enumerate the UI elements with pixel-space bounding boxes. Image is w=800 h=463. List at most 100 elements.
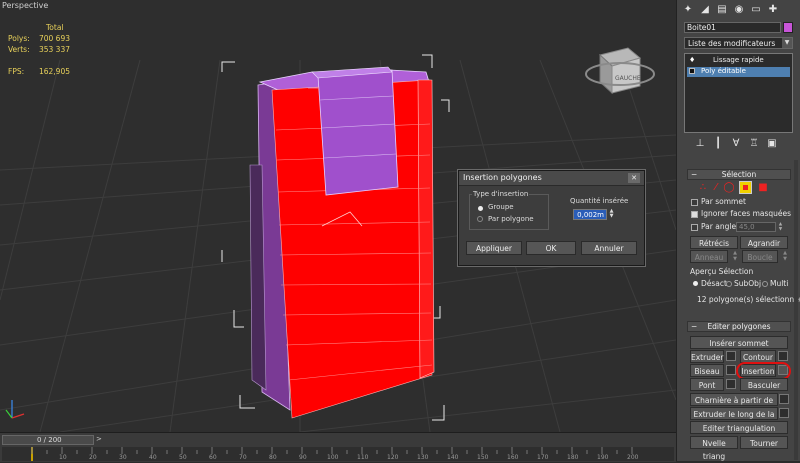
option-group-label[interactable]: Groupe	[488, 203, 514, 211]
ring-button[interactable]: Anneau	[690, 250, 728, 263]
angle-field[interactable]: 45,0	[736, 222, 776, 232]
viewcube-label: GAUCHE	[615, 75, 641, 82]
by-angle-label: Par angle :	[701, 222, 741, 231]
extrude-button[interactable]: Extruder	[690, 350, 724, 363]
pin-stack-icon[interactable]: ⊥	[694, 138, 706, 150]
inset-amount-field[interactable]: 0,002m	[573, 209, 607, 220]
show-end-result-icon[interactable]: ┃	[712, 138, 724, 150]
tick-label: 150	[477, 454, 489, 461]
close-icon[interactable]: ✕	[628, 173, 640, 183]
time-slider[interactable]: 0 / 200	[2, 435, 94, 445]
amount-spinner-icon[interactable]: ▲ ▼	[608, 209, 615, 220]
viewcube-icon	[585, 47, 655, 95]
modify-tab-icon[interactable]: ◢	[699, 4, 711, 16]
time-slider-next-icon[interactable]: >	[96, 435, 102, 443]
create-tab-icon[interactable]: ✦	[682, 4, 694, 16]
ok-button[interactable]: OK	[526, 241, 576, 255]
hinge-from-edge-button[interactable]: Charnière à partir de l'arête	[690, 393, 778, 418]
loop-button[interactable]: Boucle	[742, 250, 778, 263]
tick-label: 10	[59, 454, 67, 461]
tick-label: 110	[357, 454, 369, 461]
remove-modifier-icon[interactable]: ♖	[748, 138, 760, 150]
tick-label: 130	[417, 454, 429, 461]
hinge-settings-icon[interactable]	[779, 394, 789, 404]
extrude-along-spline-button[interactable]: Extruder le long de la spline	[690, 407, 778, 432]
ignore-backfacing-checkbox[interactable]	[691, 211, 698, 218]
tick-label: 190	[597, 454, 609, 461]
preview-subobj-label[interactable]: SubObj	[734, 279, 761, 288]
bridge-settings-icon[interactable]	[726, 379, 736, 389]
bevel-button[interactable]: Biseau	[690, 364, 724, 377]
flip-button[interactable]: Basculer	[740, 378, 788, 391]
preview-off-radio-icon[interactable]	[693, 281, 698, 286]
by-angle-checkbox[interactable]	[691, 224, 698, 231]
stack-item-editable-poly[interactable]: Poly éditable	[687, 67, 790, 77]
preview-selection-label: Aperçu Sélection	[690, 267, 754, 276]
viewport-label[interactable]: Perspective	[2, 1, 48, 10]
stats-header: Total	[46, 23, 64, 32]
ring-spinner-icon[interactable]: ▲ ▼	[729, 250, 741, 262]
edge-level-icon[interactable]: ⁄	[710, 182, 722, 194]
extrude-spline-settings-icon[interactable]	[779, 408, 789, 418]
retriangulate-button[interactable]: Nvelle triang	[690, 436, 738, 461]
object-name-field[interactable]: Boite01	[684, 22, 781, 33]
stack-item-smooth[interactable]: ♦ Lissage rapide	[687, 56, 790, 66]
edit-triangulation-button[interactable]: Editer triangulation	[690, 421, 788, 434]
polygon-level-icon[interactable]	[739, 181, 752, 194]
subobject-level-icons: ∴ ⁄ ◯ ■	[697, 181, 789, 195]
selection-rollout-header[interactable]: − Sélection	[687, 169, 791, 180]
tick-label: 160	[507, 454, 519, 461]
expand-plus-icon[interactable]	[689, 68, 695, 74]
radio-per-polygon-icon[interactable]	[477, 216, 483, 222]
modifier-stack: ♦ Lissage rapide Poly éditable	[684, 53, 793, 133]
tick-label: 140	[447, 454, 459, 461]
apply-button[interactable]: Appliquer	[466, 241, 522, 255]
preview-subobj-radio-icon[interactable]	[726, 281, 732, 287]
cancel-button[interactable]: Annuler	[581, 241, 637, 255]
modifier-list-dropdown[interactable]: Liste des modificateurs ▼	[684, 37, 793, 49]
configure-sets-icon[interactable]: ▣	[766, 138, 778, 150]
by-vertex-label: Par sommet	[701, 197, 746, 206]
hierarchy-tab-icon[interactable]: ▤	[716, 4, 728, 16]
insert-vertex-button[interactable]: Insérer sommet	[690, 336, 788, 349]
timeline: 0 / 200 > 10 20 30 40 50 60 70 80 90 100…	[0, 432, 676, 462]
extrude-settings-icon[interactable]	[726, 351, 736, 361]
dialog-titlebar[interactable]: Insertion polygones ✕	[459, 171, 644, 186]
mesh-flap	[317, 69, 399, 196]
modifier-list-label: Liste des modificateurs	[688, 39, 776, 48]
object-color-swatch[interactable]	[783, 22, 793, 33]
grow-button[interactable]: Agrandir	[740, 236, 788, 249]
utilities-tab-icon[interactable]: ✚	[767, 4, 779, 16]
stats-polys-label: Polys:	[8, 34, 30, 43]
make-unique-icon[interactable]: ∀	[730, 138, 742, 150]
stack-item-editable-poly-label: Poly éditable	[701, 67, 746, 75]
edit-polygons-rollout-header[interactable]: − Editer polygones	[687, 321, 791, 332]
preview-off-label[interactable]: Désact	[701, 279, 727, 288]
outline-settings-icon[interactable]	[778, 351, 788, 361]
by-vertex-checkbox[interactable]	[691, 199, 698, 206]
inset-type-group: Type d'insertion Groupe Par polygone	[469, 190, 549, 230]
shrink-button[interactable]: Rétrécis	[690, 236, 738, 249]
turn-button[interactable]: Tourner	[740, 436, 788, 449]
inset-polygons-dialog: Insertion polygones ✕ Type d'insertion G…	[458, 170, 645, 266]
preview-multi-radio-icon[interactable]	[762, 281, 768, 287]
tick-label: 180	[567, 454, 579, 461]
angle-spinner-icon[interactable]: ▲ ▼	[777, 222, 784, 232]
border-level-icon[interactable]: ◯	[723, 182, 735, 194]
loop-spinner-icon[interactable]: ▲ ▼	[779, 250, 791, 262]
option-per-polygon-label[interactable]: Par polygone	[488, 215, 534, 223]
element-level-icon[interactable]: ■	[757, 182, 769, 194]
vertex-level-icon[interactable]: ∴	[697, 182, 709, 194]
bridge-button[interactable]: Pont	[690, 378, 724, 391]
tick-label: 50	[179, 454, 187, 461]
stats-verts-value: 353 337	[38, 45, 70, 54]
motion-tab-icon[interactable]: ◉	[733, 4, 745, 16]
panel-scrollbar[interactable]	[794, 160, 798, 460]
bevel-settings-icon[interactable]	[726, 365, 736, 375]
panel-tab-bar: ✦ ◢ ▤ ◉ ▭ ✚	[680, 3, 798, 17]
tick-label: 80	[269, 454, 277, 461]
light-bulb-icon[interactable]: ♦	[689, 56, 695, 64]
display-tab-icon[interactable]: ▭	[750, 4, 762, 16]
preview-multi-label[interactable]: Multi	[770, 279, 788, 288]
radio-group-selected-icon[interactable]	[478, 206, 483, 211]
